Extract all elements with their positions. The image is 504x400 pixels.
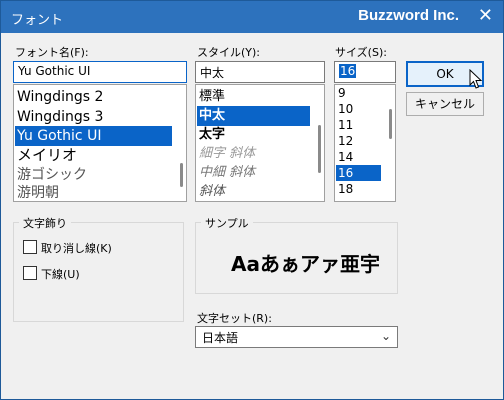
font-list-scrollbar[interactable] [178,89,184,199]
font-name-label: フォント名(F): [15,46,89,59]
font-item-4[interactable]: 游ゴシック [15,165,172,185]
effects-label: 文字飾り [19,215,71,231]
sample-label: サンプル [201,215,253,231]
underline-checkbox[interactable] [23,266,37,280]
size-item-1[interactable]: 10 [336,101,381,117]
sample-text: Aaあぁアァ亜宇 [231,252,380,276]
font-dialog: フォント Buzzword Inc. ✕ フォント名(F): Yu Gothic… [0,0,504,400]
style-item-0[interactable]: 標準 [197,87,310,107]
font-item-5[interactable]: 游明朝 [15,183,172,201]
style-item-4[interactable]: 中細 斜体 [197,163,310,183]
size-list[interactable]: 9 10 11 12 14 16 18 [334,84,396,202]
size-item-3[interactable]: 12 [336,133,381,149]
size-list-scroll-thumb[interactable] [389,109,392,139]
style-item-2[interactable]: 太字 [197,125,310,145]
charset-value: 日本語 [202,331,239,345]
size-item-2[interactable]: 11 [336,117,381,133]
charset-select[interactable]: 日本語 ⌄ [195,326,398,348]
font-list-scroll-thumb[interactable] [180,163,183,187]
size-input[interactable]: 16 [334,61,396,83]
size-item-5[interactable]: 16 [336,165,381,181]
style-item-3[interactable]: 細字 斜体 [197,144,310,164]
brand-label: Buzzword Inc. [358,7,459,24]
font-name-input[interactable]: Yu Gothic UI [13,61,187,83]
style-item-1[interactable]: 中太 [197,106,310,126]
font-item-3[interactable]: メイリオ [15,145,172,165]
cancel-button[interactable]: キャンセル [406,92,484,116]
charset-label: 文字セット(R): [197,312,272,325]
font-item-1[interactable]: Wingdings 3 [15,107,172,127]
size-item-6[interactable]: 18 [336,181,381,197]
underline-label: 下線(U) [41,268,80,281]
size-label: サイズ(S): [335,46,387,59]
window-title: フォント [11,13,64,28]
style-list-scroll-thumb[interactable] [318,125,321,173]
size-item-0[interactable]: 9 [336,85,381,101]
strikeout-label: 取り消し線(K) [41,242,112,255]
effects-group [13,222,184,322]
mouse-cursor-icon [469,69,483,89]
size-item-4[interactable]: 14 [336,149,381,165]
close-icon[interactable]: ✕ [478,6,493,26]
style-list-scrollbar[interactable] [316,89,322,199]
font-list[interactable]: Wingdings 2 Wingdings 3 Yu Gothic UI メイリ… [13,84,187,202]
title-bar: フォント Buzzword Inc. ✕ [1,1,503,33]
style-item-5[interactable]: 斜体 [197,182,310,201]
style-list[interactable]: 標準 中太 太字 細字 斜体 中細 斜体 斜体 [195,84,325,202]
font-item-2[interactable]: Yu Gothic UI [15,126,172,146]
chevron-down-icon: ⌄ [380,329,391,343]
style-label: スタイル(Y): [197,46,261,59]
style-input[interactable]: 中太 [195,61,325,83]
strikeout-checkbox[interactable] [23,240,37,254]
size-list-scrollbar[interactable] [387,89,393,199]
size-input-value: 16 [339,64,357,78]
font-item-0[interactable]: Wingdings 2 [15,87,172,107]
